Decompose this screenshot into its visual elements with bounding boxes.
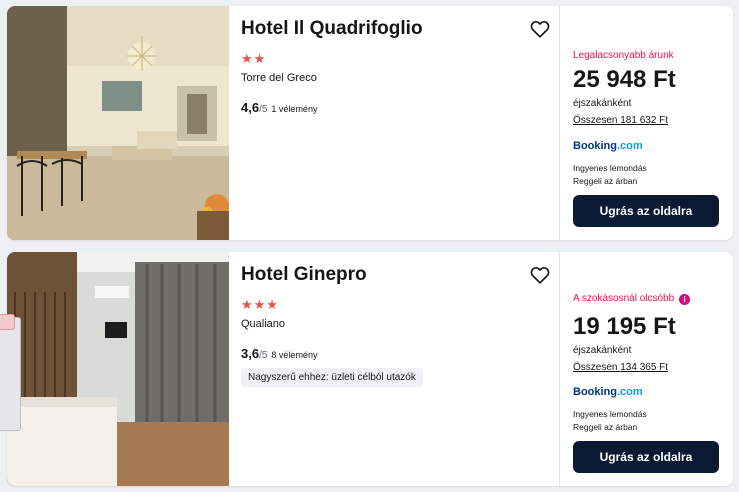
hotel-result-card[interactable]: Hotel Il Quadrifoglio ★★ Torre del Greco… xyxy=(7,6,733,240)
hotel-name[interactable]: Hotel Il Quadrifoglio xyxy=(241,18,423,40)
heart-icon[interactable] xyxy=(529,18,551,40)
total-price-link[interactable]: Összesen 134 365 Ft xyxy=(573,362,668,373)
provider-logo: Booking.com xyxy=(573,386,643,398)
provider-name: Booking xyxy=(573,140,617,152)
hotel-location: Qualiano xyxy=(241,318,286,330)
hotel-photo[interactable] xyxy=(7,6,229,240)
per-night-label: éjszakánként xyxy=(573,345,632,356)
hotel-info: Hotel Il Quadrifoglio ★★ Torre del Greco… xyxy=(229,6,559,240)
rating-scale: /5 xyxy=(259,350,268,361)
star-rating: ★★ xyxy=(241,51,267,66)
rating-score: 3,6 xyxy=(241,346,260,361)
provider-domain: .com xyxy=(617,140,643,152)
review-count: 8 vélemény xyxy=(271,350,318,360)
hotel-location: Torre del Greco xyxy=(241,72,317,84)
nightly-price: 25 948 Ft xyxy=(573,66,676,93)
total-price-link[interactable]: Összesen 181 632 Ft xyxy=(573,115,668,126)
rating-score: 4,6 xyxy=(241,100,260,115)
breakfast-included-label: Reggeli az árban xyxy=(573,176,638,186)
free-cancellation-label: Ingyenes lemondás xyxy=(573,163,647,173)
provider-logo: Booking.com xyxy=(573,140,643,152)
review-rating: 4,6/5 1 vélemény xyxy=(241,100,317,115)
price-label: Legalacsonyabb árunk xyxy=(573,50,674,61)
provider-name: Booking xyxy=(573,386,617,398)
nightly-price: 19 195 Ft xyxy=(573,313,676,340)
hotel-name[interactable]: Hotel Ginepro xyxy=(241,264,367,286)
provider-domain: .com xyxy=(617,386,643,398)
per-night-label: éjszakánként xyxy=(573,98,632,109)
price-label: A szokásosnál olcsóbb i xyxy=(573,293,691,305)
go-to-site-button[interactable]: Ugrás az oldalra xyxy=(573,195,719,227)
info-icon[interactable]: i xyxy=(679,294,691,305)
go-to-site-button[interactable]: Ugrás az oldalra xyxy=(573,441,719,473)
hotel-result-card[interactable]: Hotel Ginepro ★★★ Qualiano 3,6/5 8 vélemé… xyxy=(7,252,733,486)
hotel-photo[interactable] xyxy=(7,252,229,486)
price-panel: A szokásosnál olcsóbb i 19 195 Ft éjszaká… xyxy=(560,252,733,486)
breakfast-included-label: Reggeli az árban xyxy=(573,422,638,432)
price-panel: Legalacsonyabb árunk 25 948 Ft éjszakánk… xyxy=(560,6,733,240)
rating-scale: /5 xyxy=(259,104,268,115)
hotel-room-photo xyxy=(7,252,229,486)
side-panel-tab[interactable] xyxy=(0,314,21,431)
star-rating: ★★★ xyxy=(241,297,279,312)
review-count: 1 vélemény xyxy=(271,104,318,114)
heart-icon[interactable] xyxy=(529,264,551,286)
side-panel-handle[interactable] xyxy=(0,314,15,330)
traveler-type-badge: Nagyszerű ehhez: üzleti célból utazók xyxy=(241,368,423,387)
free-cancellation-label: Ingyenes lemondás xyxy=(573,409,647,419)
hotel-lobby-photo xyxy=(7,6,229,240)
hotel-info: Hotel Ginepro ★★★ Qualiano 3,6/5 8 vélemé… xyxy=(229,252,559,486)
review-rating: 3,6/5 8 vélemény xyxy=(241,346,317,361)
price-label-text: A szokásosnál olcsóbb xyxy=(573,293,675,304)
